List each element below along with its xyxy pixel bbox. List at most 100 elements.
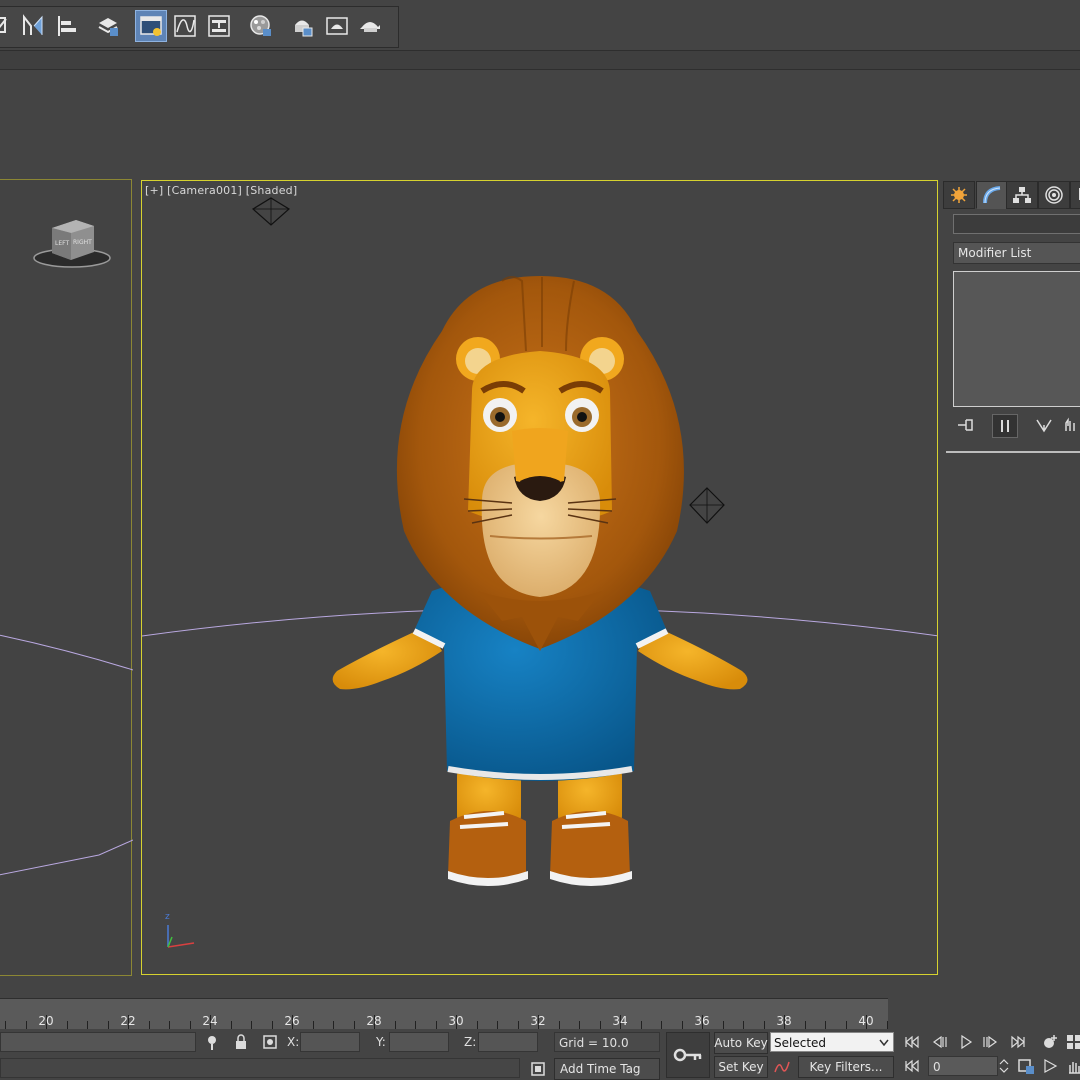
timeline-tick-label: 40 — [858, 1014, 874, 1028]
panel-divider — [946, 451, 1080, 453]
timeline-tick — [353, 1021, 355, 1029]
time-tag-icon[interactable] — [528, 1059, 548, 1079]
timeline-tick — [333, 1021, 334, 1029]
chevron-down-icon — [879, 1039, 889, 1046]
timeline-tick-label: 38 — [776, 1014, 792, 1028]
z-label: Z: — [464, 1035, 477, 1049]
display-icon — [1079, 188, 1080, 200]
main-toolbar — [0, 0, 1080, 51]
current-frame-field[interactable]: 0 — [928, 1056, 998, 1076]
viewcube[interactable]: LEFT RIGHT — [33, 220, 111, 268]
grid-view-icon[interactable] — [1064, 1032, 1080, 1052]
render-setup-icon[interactable] — [288, 11, 318, 41]
set-key-button[interactable]: Set Key — [714, 1056, 768, 1078]
timeline-tick — [435, 1021, 437, 1029]
timeline-tick — [148, 1021, 150, 1029]
timeline-tick-label: 28 — [366, 1014, 382, 1028]
timeline-tick — [804, 1021, 806, 1029]
viewport-camera[interactable]: [+] [Camera001] [Shaded] z — [141, 180, 938, 975]
mirror-icon[interactable] — [18, 11, 48, 41]
key-filters-button[interactable]: Key Filters... — [798, 1056, 894, 1078]
scene-explorer-icon[interactable] — [135, 10, 167, 42]
add-time-tag-button[interactable]: Add Time Tag — [554, 1058, 660, 1080]
key-icon — [673, 1048, 702, 1062]
time-configuration-icon[interactable] — [1016, 1056, 1036, 1076]
selection-lock-icon[interactable] — [0, 11, 16, 41]
object-name-field[interactable] — [953, 214, 1080, 234]
hierarchy-tab[interactable] — [1006, 181, 1038, 209]
key-mode-toggle-icon[interactable] — [902, 1056, 922, 1076]
previous-frame-icon[interactable] — [930, 1032, 950, 1052]
camera-target-gizmo[interactable] — [689, 487, 725, 524]
play-icon[interactable] — [956, 1032, 976, 1052]
camera-gizmo[interactable] — [251, 197, 291, 226]
motion-icon — [1045, 186, 1063, 204]
timeline-tick — [87, 1021, 88, 1029]
modifier-stack[interactable] — [953, 271, 1080, 407]
timeline-tick — [497, 1021, 498, 1029]
create-icon — [951, 187, 967, 203]
frame-spinner-icon[interactable] — [998, 1056, 1010, 1076]
status-bar: X: Y: Z: Grid = 10.0 Add Time Tag Auto K… — [0, 1029, 1080, 1080]
pan-hand-icon[interactable] — [1064, 1056, 1080, 1076]
timeline-tick — [415, 1021, 416, 1029]
left-viewport-canvas: LEFT RIGHT — [0, 220, 133, 876]
set-keys-button[interactable] — [666, 1032, 710, 1078]
motion-tab[interactable] — [1038, 181, 1070, 209]
x-coordinate-field[interactable] — [300, 1032, 360, 1052]
add-key-icon[interactable] — [1040, 1032, 1060, 1052]
go-to-end-icon[interactable] — [1008, 1032, 1028, 1052]
next-frame-icon[interactable] — [980, 1032, 1000, 1052]
timeline-tick — [722, 1021, 724, 1029]
timeline-tick-label: 24 — [202, 1014, 218, 1028]
lion-character-model[interactable] — [332, 276, 748, 886]
orbit-icon[interactable] — [1040, 1056, 1060, 1076]
render-production-icon[interactable] — [356, 11, 386, 41]
timeline-tick — [661, 1021, 662, 1029]
selection-lock-toggle-icon[interactable] — [231, 1032, 251, 1052]
y-label: Y: — [376, 1035, 386, 1049]
current-frame-value: 0 — [933, 1060, 941, 1074]
timeline-tick — [579, 1021, 580, 1029]
axis-tripod-icon: z — [165, 912, 195, 948]
timeline-tick — [251, 1021, 252, 1029]
key-mode-curve-icon[interactable] — [772, 1057, 792, 1077]
pin-stack-icon[interactable] — [954, 414, 978, 436]
go-to-start-icon[interactable] — [902, 1032, 922, 1052]
track-bar[interactable]: 20 22 24 26 28 30 32 34 36 38 40 — [0, 998, 888, 1029]
grid-field: Grid = 10.0 — [554, 1032, 660, 1052]
timeline-tick-label: 26 — [284, 1014, 300, 1028]
curve-editor-icon[interactable] — [170, 11, 200, 41]
make-unique-icon[interactable] — [1032, 414, 1056, 436]
display-tab[interactable] — [1070, 181, 1080, 209]
prompt-line — [0, 1058, 520, 1078]
material-editor-icon[interactable] — [246, 11, 276, 41]
schematic-view-icon[interactable] — [204, 11, 234, 41]
rendered-frame-window-icon[interactable] — [322, 11, 352, 41]
selection-set-dropdown[interactable]: Selected — [770, 1032, 894, 1052]
grid-line — [0, 839, 133, 876]
viewport-left[interactable]: LEFT RIGHT — [0, 179, 133, 976]
modifier-list-dropdown[interactable]: Modifier List — [953, 242, 1080, 264]
timeline-tick-label: 30 — [448, 1014, 464, 1028]
modify-tab[interactable] — [976, 181, 1008, 209]
isolate-selection-icon[interactable] — [202, 1032, 222, 1052]
remove-modifier-icon[interactable] — [1058, 414, 1080, 436]
timeline-tick-label: 20 — [38, 1014, 54, 1028]
maxscript-listener-field[interactable] — [0, 1032, 196, 1052]
timeline-tick — [394, 1021, 396, 1029]
ribbon-area — [0, 70, 1080, 176]
timeline-tick — [312, 1021, 314, 1029]
create-tab[interactable] — [943, 181, 975, 209]
auto-key-button[interactable]: Auto Key — [714, 1032, 768, 1054]
selection-set-value: Selected — [774, 1036, 827, 1050]
timeline-tick-label: 36 — [694, 1014, 710, 1028]
y-coordinate-field[interactable] — [389, 1032, 449, 1052]
absolute-mode-transform-icon[interactable] — [260, 1032, 280, 1052]
modify-icon — [983, 186, 1001, 204]
layer-explorer-icon[interactable] — [94, 11, 124, 41]
align-icon[interactable] — [52, 11, 82, 41]
z-coordinate-field[interactable] — [478, 1032, 538, 1052]
show-end-result-icon[interactable] — [992, 414, 1018, 438]
timeline-tick — [5, 1021, 6, 1029]
